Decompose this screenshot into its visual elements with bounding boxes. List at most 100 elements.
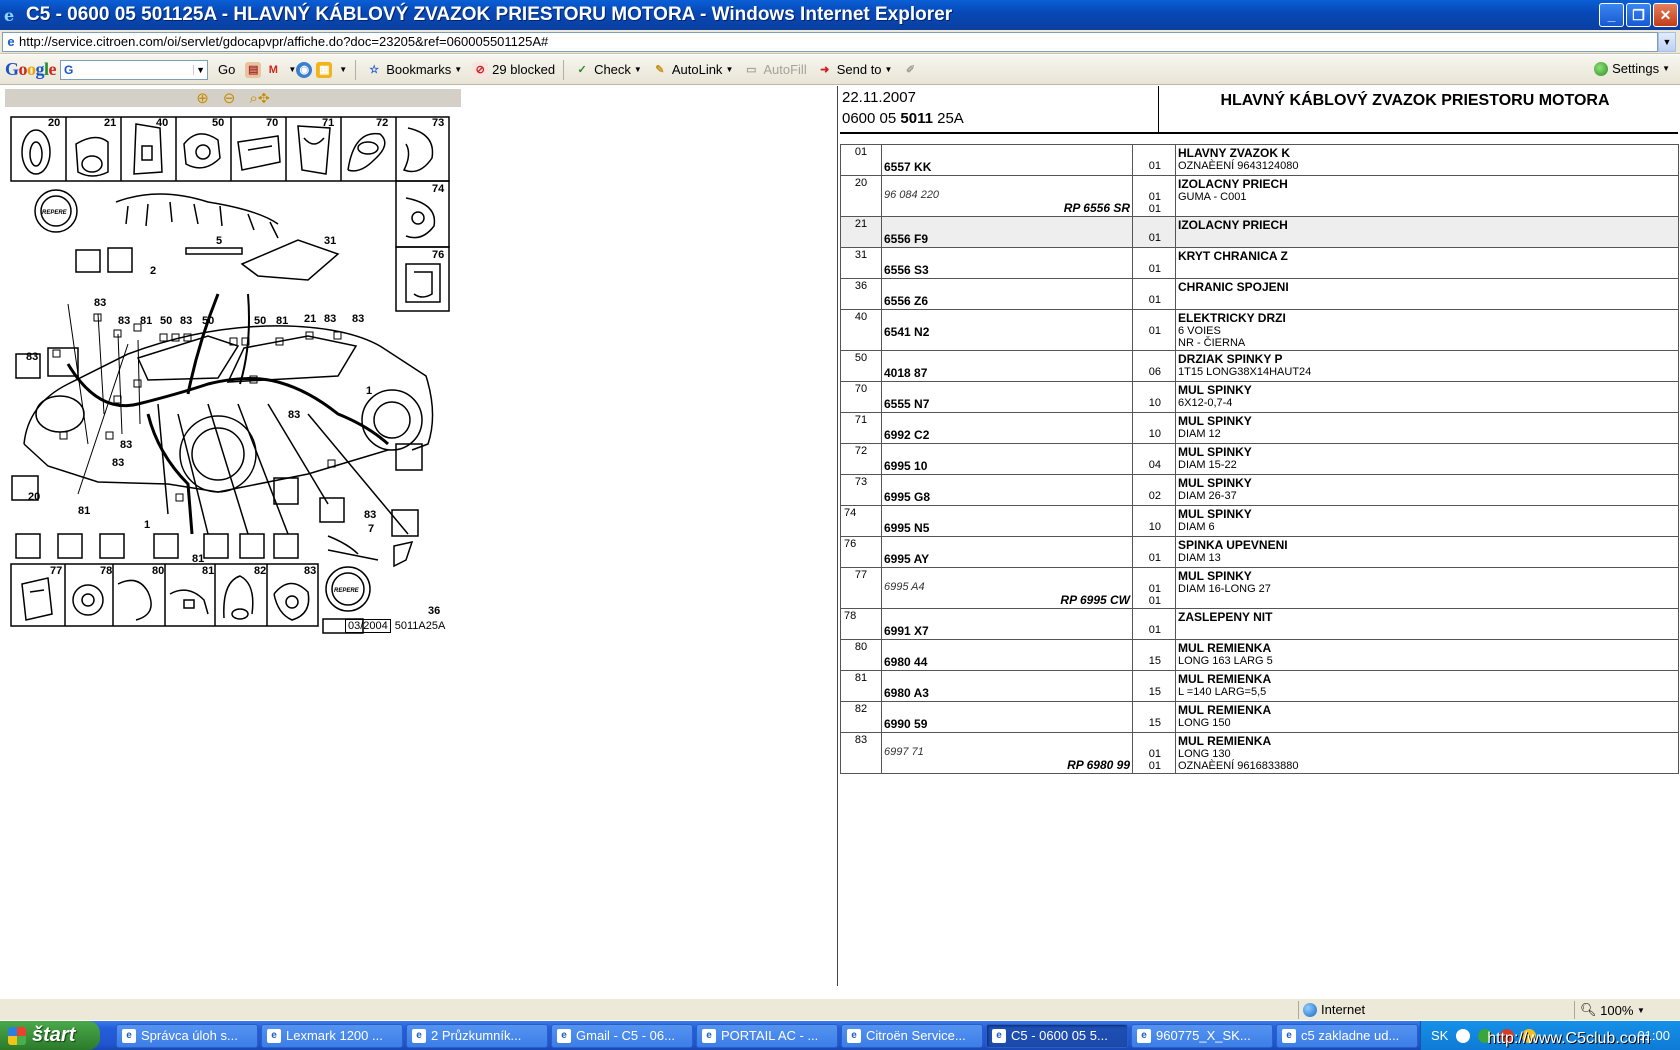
table-row[interactable]: 73 6995 G8 02 MUL SPINKY DIAM 26-37 [840,474,1679,506]
replacement-part[interactable]: RP 6980 99 [884,758,1130,772]
autofill-button[interactable]: ▭ AutoFill [743,62,807,78]
table-row[interactable]: 20 96 084 220 RP 6556 SR 01 01 IZOLACNY PRIEC… [840,175,1679,217]
taskbar-item[interactable]: e c5 zakladne ud... [1276,1023,1418,1048]
table-row[interactable]: 01 6557 KK 01 HLAVNY ZVAZOK K OZNAÈENÍ 9643… [840,144,1679,176]
part-number-cell[interactable]: 6556 F9 [881,216,1133,248]
part-number-cell[interactable]: 6991 X7 [881,608,1133,640]
table-row[interactable]: 72 6995 10 04 MUL SPINKY DIAM 15-22 [840,443,1679,475]
address-field[interactable]: e http://service.citroen.com/oi/servlet/… [2,31,1658,52]
send-to-button[interactable]: ➜ Send to ▼ [817,62,892,78]
table-row[interactable]: 21 6556 F9 01 IZOLACNY PRIECH [840,216,1679,248]
table-row[interactable]: 40 6541 N2 01 ELEKTRICKY DRZI 6 VOIES NR - ČI… [840,309,1679,351]
table-row[interactable]: 31 6556 S3 01 KRYT CHRANICA Z [840,247,1679,279]
gmail-icon[interactable]: M [265,62,281,78]
chevron-down-icon[interactable]: ▼ [288,65,296,74]
part-number-cell[interactable]: 4018 87 [881,350,1133,382]
maximize-button[interactable]: ❐ [1626,3,1651,27]
minimize-button[interactable]: _ [1599,3,1624,27]
chevron-down-icon[interactable]: ▼ [193,64,207,75]
taskbar-item[interactable]: e Lexmark 1200 ... [261,1023,403,1048]
part-number[interactable]: 6995 N5 [884,521,1130,535]
part-number[interactable]: 6995 G8 [884,490,1130,504]
table-row[interactable]: 77 6995 A4 RP 6995 CW 01 01 MUL SPINKY DIAM 16… [840,567,1679,609]
table-row[interactable]: 36 6556 Z6 01 CHRANIC SPOJENI [840,278,1679,310]
language-indicator[interactable]: SK [1431,1028,1448,1043]
table-row[interactable]: 78 6991 X7 01 ZASLEPENY NIT [840,608,1679,640]
part-number[interactable]: 6541 N2 [884,325,1130,339]
table-row[interactable]: 81 6980 A3 15 MUL REMIENKA L =140 LARG=5,5 [840,670,1679,702]
table-row[interactable]: 83 6997 71 RP 6980 99 01 01 MUL REMIENKA LONG … [840,732,1679,774]
chevron-down-icon[interactable]: ▼ [339,65,347,74]
part-number[interactable]: 6995 AY [884,552,1130,566]
close-button[interactable]: ✕ [1653,3,1678,27]
google-search-input[interactable]: G ▼ [60,59,209,80]
part-number-cell[interactable]: 6980 A3 [881,670,1133,702]
taskbar-item[interactable]: e 960775_X_SK... [1131,1023,1273,1048]
table-row[interactable]: 80 6980 44 15 MUL REMIENKA LONG 163 LARG 5 [840,639,1679,671]
window-titlebar[interactable]: e C5 - 0600 05 501125A - HLAVNÝ KÁBLOVÝ … [0,0,1680,30]
part-number[interactable]: 6556 S3 [884,263,1130,277]
taskbar-item[interactable]: e Gmail - C5 - 06... [551,1023,693,1048]
news-icon[interactable]: ▤ [245,61,262,78]
highlight-button[interactable]: ✐ [902,62,922,78]
settings-button[interactable]: Settings ▼ [1594,61,1670,76]
taskbar-item[interactable]: e 2 Průzkumník... [406,1023,548,1048]
taskbar-item[interactable]: e C5 - 0600 05 5... [986,1023,1128,1048]
zoom-out-icon[interactable]: ⊖ [223,89,236,107]
part-number-cell[interactable]: 6995 AY [881,536,1133,568]
table-row[interactable]: 74 6995 N5 10 MUL SPINKY DIAM 6 [840,505,1679,537]
security-zone[interactable]: Internet [1303,1002,1365,1017]
gadgets-icon[interactable]: ▦ [316,61,333,78]
taskbar-item[interactable]: e Správca úloh s... [116,1023,258,1048]
address-dropdown-button[interactable]: ▼ [1658,31,1676,52]
part-number-cell[interactable]: 6995 G8 [881,474,1133,506]
replacement-part[interactable]: RP 6556 SR [884,201,1130,215]
part-number-cell[interactable]: 6995 10 [881,443,1133,475]
taskbar-item[interactable]: e PORTAIL AC - ... [696,1023,838,1048]
part-number-cell[interactable]: 6995 A4 RP 6995 CW [881,567,1133,609]
part-number-cell[interactable]: 6997 71 RP 6980 99 [881,732,1133,774]
zoom-in-icon[interactable]: ⊕ [196,89,209,107]
part-number[interactable]: 6990 59 [884,717,1130,731]
part-number[interactable]: 6991 X7 [884,624,1130,638]
table-row[interactable]: 71 6992 C2 10 MUL SPINKY DIAM 12 [840,412,1679,444]
part-number[interactable]: 6555 N7 [884,397,1130,411]
wiring-diagram[interactable]: 20 21 40 50 70 71 72 73 74 76 77 78 80 8… [8,114,454,634]
part-number-cell[interactable]: 6990 59 [881,701,1133,733]
part-number[interactable]: 6556 F9 [884,232,1130,246]
table-row[interactable]: 70 6555 N7 10 MUL SPINKY 6X12-0,7-4 [840,381,1679,413]
part-number[interactable]: 6980 A3 [884,686,1130,700]
table-row[interactable]: 76 6995 AY 01 SPINKA UPEVNENI DIAM 13 [840,536,1679,568]
help-icon[interactable] [1456,1028,1471,1043]
part-number-cell[interactable]: 6980 44 [881,639,1133,671]
part-number[interactable]: 6556 Z6 [884,294,1130,308]
table-row[interactable]: 82 6990 59 15 MUL REMIENKA LONG 150 [840,701,1679,733]
part-number-cell[interactable]: 6556 Z6 [881,278,1133,310]
part-number[interactable]: 6980 44 [884,655,1130,669]
part-number-cell[interactable]: 6992 C2 [881,412,1133,444]
autolink-button[interactable]: ✎ AutoLink ▼ [652,62,733,78]
globe-icon[interactable]: ◉ [296,61,313,78]
part-number-cell[interactable]: 96 084 220 RP 6556 SR [881,175,1133,217]
part-number[interactable]: 4018 87 [884,366,1130,380]
go-button[interactable]: Go [218,62,235,77]
table-row[interactable]: 50 4018 87 06 DRZIAK SPINKY P 1T15 LONG38X14… [840,350,1679,382]
popup-blocker-button[interactable]: ⊘ 29 blocked [472,61,555,78]
taskbar-item[interactable]: e Citroën Service... [841,1023,983,1048]
toolbar-icons-group[interactable]: ▤ M ▼ ◉ ▦ ▼ [245,61,347,78]
part-number-cell[interactable]: 6557 KK [881,144,1133,176]
replacement-part[interactable]: RP 6995 CW [884,593,1130,607]
google-logo[interactable]: Google [5,59,57,80]
part-number[interactable]: 6557 KK [884,160,1130,174]
start-button[interactable]: štart [0,1021,100,1050]
zoom-level[interactable]: 🔍︎ 100% ▼ [1580,1002,1645,1018]
part-number[interactable]: 6992 C2 [884,428,1130,442]
part-number-cell[interactable]: 6556 S3 [881,247,1133,279]
spell-check-button[interactable]: ✓ Check ▼ [574,62,641,78]
bookmarks-button[interactable]: ☆ Bookmarks ▼ [366,62,462,78]
part-number-cell[interactable]: 6995 N5 [881,505,1133,537]
part-number-cell[interactable]: 6541 N2 [881,309,1133,351]
zoom-pan-icon[interactable]: ⌕✥ [249,90,269,107]
part-number[interactable]: 6995 10 [884,459,1130,473]
part-number-cell[interactable]: 6555 N7 [881,381,1133,413]
